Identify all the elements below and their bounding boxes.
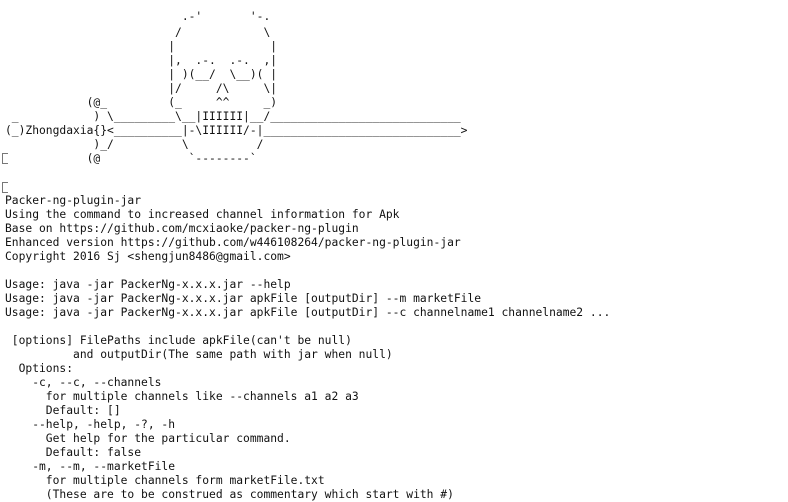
output-line: Usage: java -jar PackerNg-x.x.x.jar apkF… (5, 306, 611, 319)
output-line: Default: [] (5, 404, 121, 417)
banner-line: | )(__/ \__)( | (5, 68, 278, 81)
output-line: -c, --c, --channels (5, 376, 162, 389)
banner-line: / \ (5, 26, 271, 39)
terminal-window[interactable]: .-' '-. / \ | | |, .-. .-. ,| | )(__/ \_… (0, 0, 788, 502)
cursor-marker-icon (2, 153, 8, 164)
banner-line: _ ) \_________\__|IIIIII|__/____________… (5, 110, 461, 123)
output-line: Packer-ng-plugin-jar (5, 194, 142, 207)
banner-line: (@_ (_ ^^ _) (5, 96, 278, 109)
banner-line: .-' '-. (5, 10, 271, 23)
banner-line: |/ /\ \| (5, 82, 278, 95)
output-line: for multiple channels like --channels a1… (5, 390, 359, 403)
output-line: Using the command to increased channel i… (5, 208, 400, 221)
banner-line: (@ `--------` (5, 152, 257, 165)
output-line: and outputDir(The same path with jar whe… (5, 348, 393, 361)
banner-line: |, .-. .-. ,| (5, 54, 278, 67)
banner-line: )_/ \ / (5, 138, 264, 151)
output-line: Copyright 2016 Sj <shengjun8486@gmail.co… (5, 250, 291, 263)
output-line: Usage: java -jar PackerNg-x.x.x.jar --he… (5, 278, 291, 291)
output-line: Options: (5, 362, 74, 375)
output-line: Enhanced version https://github.com/w446… (5, 236, 461, 249)
output-line: Usage: java -jar PackerNg-x.x.x.jar apkF… (5, 292, 482, 305)
output-line: Get help for the particular command. (5, 432, 291, 445)
output-line: [options] FilePaths include apkFile(can'… (5, 334, 352, 347)
output-line: Base on https://github.com/mcxiaoke/pack… (5, 222, 359, 235)
output-line: -m, --m, --marketFile (5, 460, 176, 473)
output-line: for multiple channels form marketFile.tx… (5, 474, 325, 487)
cursor-marker-icon (2, 182, 8, 193)
banner-line: | | (5, 40, 278, 53)
output-line: Default: false (5, 446, 142, 459)
output-line: --help, -help, -?, -h (5, 418, 176, 431)
banner-line: (_)Zhongdaxia{}<__________|-\IIIIII/-|__… (5, 124, 468, 137)
output-line: (These are to be construed as commentary… (5, 488, 454, 501)
